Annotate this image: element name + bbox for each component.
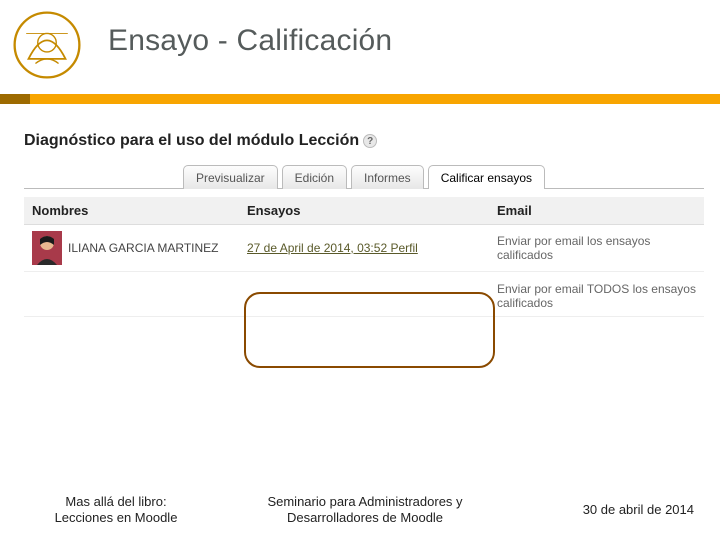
- table-row: Enviar por email TODOS los ensayos calif…: [24, 272, 704, 317]
- col-header-email: Email: [489, 197, 704, 225]
- footer-date: 30 de abril de 2014: [524, 502, 694, 518]
- col-header-essays: Ensayos: [239, 197, 489, 225]
- table-row: ILIANA GARCIA MARTINEZ 27 de April de 20…: [24, 225, 704, 272]
- tab-preview[interactable]: Previsualizar: [183, 165, 278, 189]
- essays-table: Nombres Ensayos Email: [24, 197, 704, 317]
- slide-footer: Mas allá del libro: Lecciones en Moodle …: [0, 494, 720, 527]
- email-all-link[interactable]: Enviar por email TODOS los ensayos calif…: [497, 282, 696, 310]
- help-icon[interactable]: ?: [363, 134, 377, 148]
- tab-grade-essays[interactable]: Calificar ensayos: [428, 165, 545, 189]
- footer-left-line1: Mas allá del libro:: [26, 494, 206, 510]
- student-name: ILIANA GARCIA MARTINEZ: [68, 241, 218, 255]
- avatar: [32, 231, 62, 265]
- unam-logo: [10, 8, 84, 82]
- col-header-names: Nombres: [24, 197, 239, 225]
- essay-link[interactable]: 27 de April de 2014, 03:52 Perfil: [247, 241, 418, 255]
- tab-edit[interactable]: Edición: [282, 165, 347, 189]
- moodle-screenshot: Diagnóstico para el uso del módulo Lecci…: [24, 132, 704, 317]
- tab-bar: Previsualizar Edición Informes Calificar…: [24, 164, 704, 189]
- footer-left-line2: Lecciones en Moodle: [26, 510, 206, 526]
- lesson-title: Diagnóstico para el uso del módulo Lecci…: [24, 132, 359, 150]
- email-graded-link[interactable]: Enviar por email los ensayos calificados: [497, 234, 650, 262]
- accent-bar: [0, 94, 720, 104]
- footer-mid-line2: Desarrolladores de Moodle: [235, 510, 495, 526]
- slide-title: Ensayo - Calificación: [108, 24, 392, 58]
- table-header-row: Nombres Ensayos Email: [24, 197, 704, 225]
- tab-reports[interactable]: Informes: [351, 165, 424, 189]
- footer-mid-line1: Seminario para Administradores y: [235, 494, 495, 510]
